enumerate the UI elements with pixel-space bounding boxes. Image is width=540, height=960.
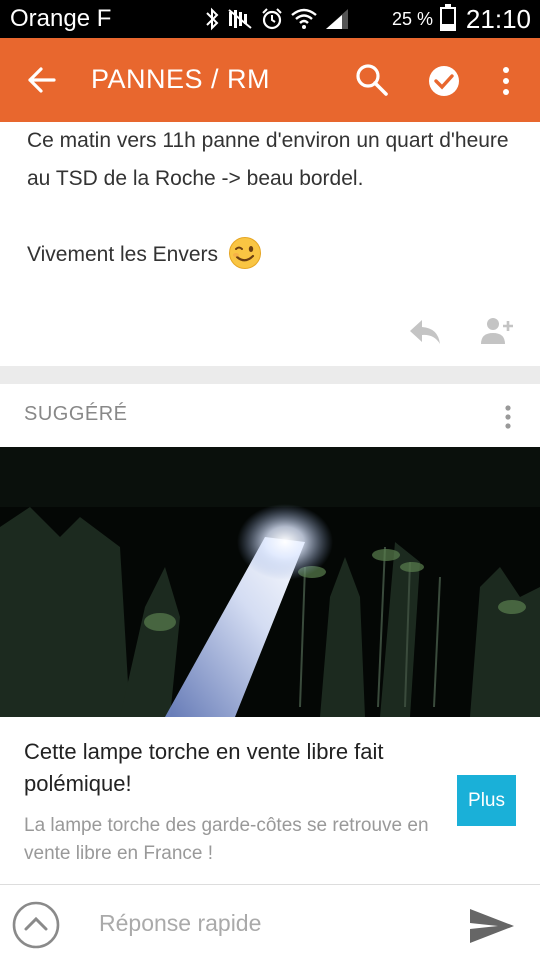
bluetooth-icon [206,7,219,31]
suggested-card: SUGGÉRÉ Cette lampe torche en vente libr… [0,384,540,884]
signal-icon [326,9,348,29]
suggested-headline[interactable]: Cette lampe torche en vente libre fait p… [24,736,444,800]
suggested-image[interactable] [0,447,540,717]
quick-reply-bar [0,884,540,960]
status-icons [204,7,350,31]
carrier-name: Orange F [10,5,112,32]
more-vert-icon[interactable] [500,404,516,430]
quick-reply-input[interactable] [99,903,429,943]
post-paragraph: Ce matin vers 11h panne d'environ un qua… [27,129,509,190]
clock: 21:10 [465,4,531,34]
status-bar: Orange F 25 % 21:10 [0,0,540,38]
post-paragraph-text: Vivement les Envers [27,243,219,266]
suggested-label: SUGGÉRÉ [24,403,128,425]
suggested-description: La lampe torche des garde-côtes se retro… [24,815,429,864]
back-arrow-icon[interactable] [26,65,58,95]
more-vert-icon[interactable] [498,65,514,97]
expand-up-icon[interactable] [12,901,60,949]
reply-icon[interactable] [408,318,442,346]
flashlight-photo [0,447,540,717]
post-body: Ce matin vers 11h panne d'environ un qua… [27,122,522,274]
post-paragraph: Vivement les Envers [27,236,522,274]
search-icon[interactable] [355,63,389,97]
alarm-icon [262,8,282,30]
battery-icon [440,4,456,31]
winking-face-icon [228,237,261,270]
send-icon[interactable] [468,907,516,945]
page-title: PANNES / RM [91,64,271,94]
app-bar: PANNES / RM [0,38,540,122]
mute-icon [228,9,252,29]
post-card: Ce matin vers 11h panne d'environ un qua… [0,122,540,366]
wifi-icon [291,8,317,29]
check-circle-icon[interactable] [428,65,460,97]
add-person-icon[interactable] [480,316,514,346]
battery-percent: 25 % [391,9,433,29]
plus-button[interactable]: Plus [457,775,516,826]
